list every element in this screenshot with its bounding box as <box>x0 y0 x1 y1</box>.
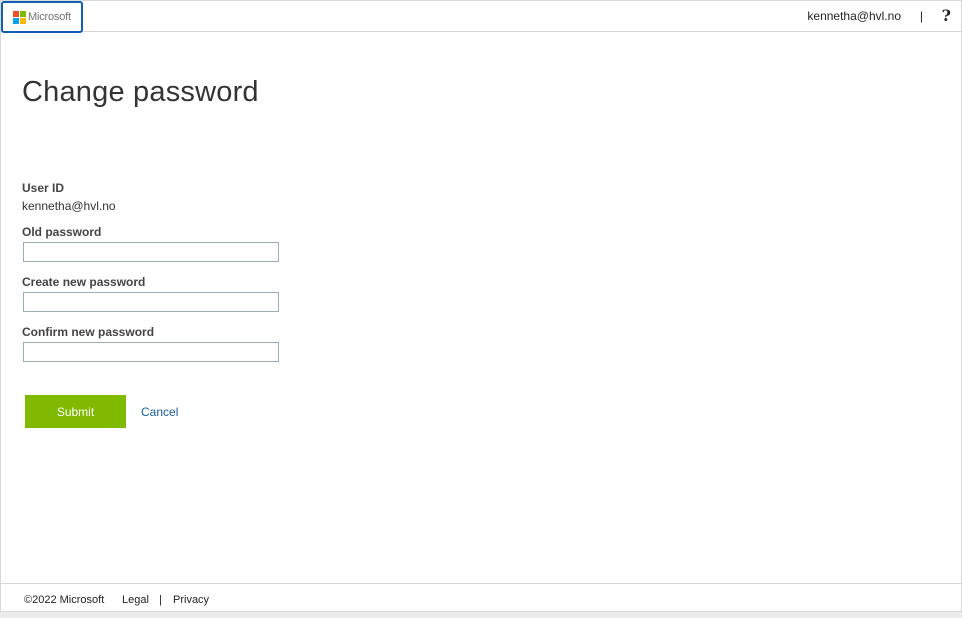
logo-text: Microsoft <box>28 11 71 23</box>
page-title: Change password <box>22 76 259 108</box>
copyright-text: ©2022 Microsoft <box>24 594 105 606</box>
top-bar: Microsoft kennetha@hvl.no | ? <box>1 1 961 33</box>
user-id-label: User ID <box>22 181 65 195</box>
privacy-link[interactable]: Privacy <box>173 594 209 606</box>
footer: ©2022 Microsoft Legal | Privacy <box>1 583 961 613</box>
footer-separator: | <box>159 594 162 606</box>
confirm-password-label: Confirm new password <box>22 325 155 339</box>
confirm-password-field[interactable] <box>23 342 279 362</box>
new-password-field[interactable] <box>23 292 279 312</box>
help-icon[interactable]: ? <box>942 6 951 25</box>
signed-in-user-email: kennetha@hvl.no <box>807 9 901 23</box>
microsoft-logo-icon <box>13 11 26 24</box>
cancel-link[interactable]: Cancel <box>141 405 178 419</box>
submit-button[interactable]: Submit <box>25 395 126 428</box>
old-password-label: Old password <box>22 225 102 239</box>
page-frame: Microsoft kennetha@hvl.no | ? Change pas… <box>0 0 962 612</box>
new-password-label: Create new password <box>22 275 146 289</box>
bottom-strip <box>0 612 962 618</box>
old-password-field[interactable] <box>23 242 279 262</box>
header-separator: | <box>919 9 923 23</box>
user-id-value: kennetha@hvl.no <box>22 199 116 213</box>
legal-link[interactable]: Legal <box>122 594 149 606</box>
microsoft-logo[interactable]: Microsoft <box>1 1 83 33</box>
